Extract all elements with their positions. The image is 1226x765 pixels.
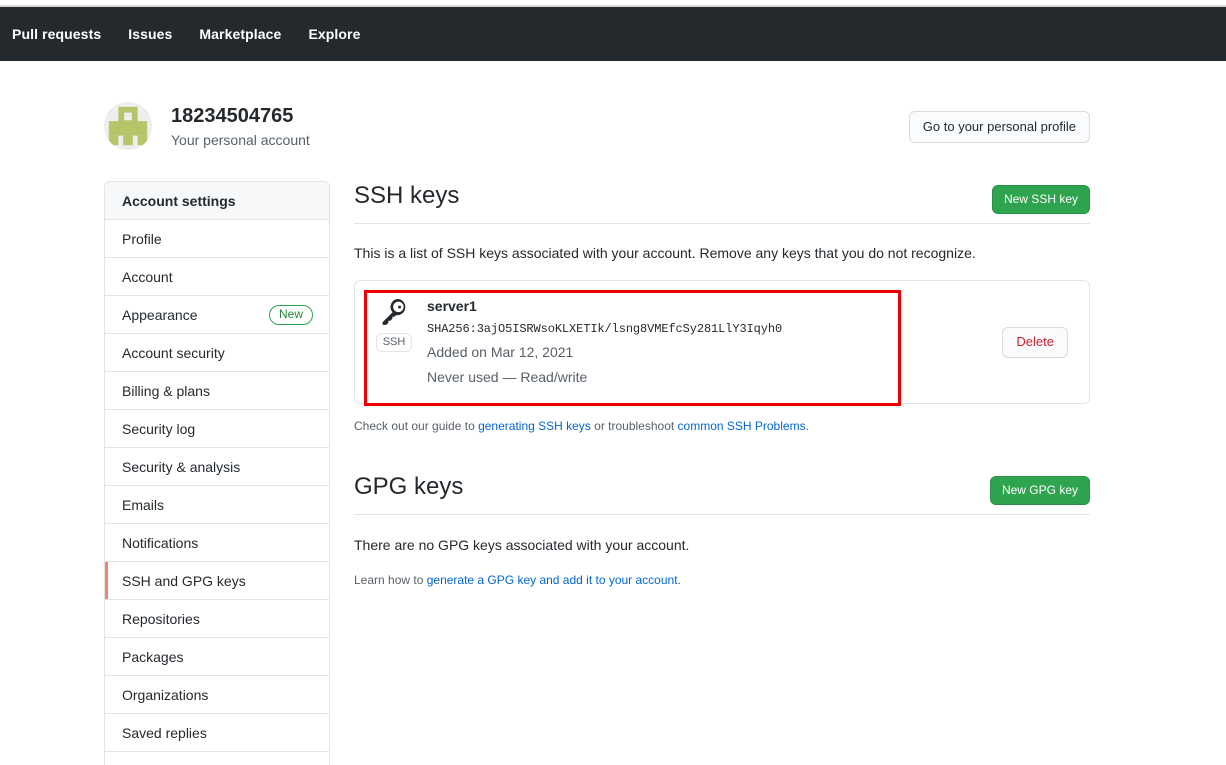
profile-subtitle: Your personal account	[171, 132, 310, 148]
nav-link-explore[interactable]: Explore	[308, 26, 360, 42]
sidebar-item-label: Repositories	[122, 610, 200, 627]
sidebar-item-label: Organizations	[122, 686, 209, 703]
sidebar-item-label: Security & analysis	[122, 458, 241, 475]
global-navbar: Pull requests Issues Marketplace Explore	[0, 7, 1226, 61]
sidebar-item-label: Billing & plans	[122, 382, 210, 399]
gpg-learn-line: Learn how to generate a GPG key and add …	[354, 571, 1090, 589]
nav-link-pull-requests[interactable]: Pull requests	[12, 26, 101, 42]
ssh-help-line: Check out our guide to generating SSH ke…	[354, 417, 1090, 435]
new-badge: New	[268, 304, 313, 325]
go-to-personal-profile-button[interactable]: Go to your personal profile	[908, 111, 1090, 143]
gpg-keys-title: GPG keys	[354, 473, 464, 500]
sidebar-item-security-log[interactable]: Security log	[105, 410, 329, 448]
nav-link-issues[interactable]: Issues	[128, 26, 172, 42]
nav-link-marketplace[interactable]: Marketplace	[199, 26, 281, 42]
sidebar-item-label: Profile	[122, 230, 162, 247]
sidebar-item-appearance[interactable]: Appearance New	[105, 296, 329, 334]
sidebar-item-account[interactable]: Account	[105, 258, 329, 296]
key-icon	[382, 299, 406, 325]
sidebar-item-saved-replies[interactable]: Saved replies	[105, 714, 329, 752]
profile-name: 18234504765	[171, 105, 294, 127]
generating-ssh-keys-link[interactable]: generating SSH keys	[478, 419, 591, 433]
sidebar-item-label: SSH and GPG keys	[122, 572, 246, 589]
sidebar-item-label: Packages	[122, 648, 184, 665]
common-ssh-problems-link[interactable]: common SSH Problems	[678, 419, 806, 433]
sidebar-item-label: Security log	[122, 420, 196, 437]
new-gpg-key-button[interactable]: New GPG key	[989, 476, 1090, 505]
sidebar-item-label: Appearance	[122, 306, 198, 323]
sidebar-header-account-settings: Account settings	[105, 182, 329, 220]
sidebar-item-label: Saved replies	[122, 724, 207, 741]
sidebar-item-applications[interactable]: Applications	[105, 752, 329, 765]
ssh-key-card: SSH server1 SHA256:3ajO5ISRWsoKLXETIk/ls…	[354, 280, 1090, 406]
sidebar-item-label: Emails	[122, 496, 165, 513]
ssh-help-suffix: .	[805, 419, 809, 433]
sidebar-item-emails[interactable]: Emails	[105, 486, 329, 524]
ssh-key-added-date: Added on Mar 12, 2021	[427, 344, 574, 360]
ssh-key-body: SSH server1 SHA256:3ajO5ISRWsoKLXETIk/ls…	[355, 281, 1002, 403]
ssh-key-actions: Delete	[1002, 281, 1089, 403]
settings-main: SSH keys New SSH key This is a list of S…	[354, 181, 1090, 589]
gpg-learn-prefix: Learn how to	[354, 573, 427, 587]
sidebar-header-label: Account settings	[122, 192, 236, 209]
avatar[interactable]	[104, 102, 152, 150]
generate-gpg-key-link[interactable]: generate a GPG key and add it to your ac…	[427, 573, 678, 587]
sidebar-item-repositories[interactable]: Repositories	[105, 600, 329, 638]
ssh-key-info: server1 SHA256:3ajO5ISRWsoKLXETIk/lsng8V…	[427, 297, 986, 387]
sidebar-item-label: Account	[122, 268, 173, 285]
ssh-type-badge: SSH	[375, 333, 413, 352]
sidebar-item-notifications[interactable]: Notifications	[105, 524, 329, 562]
sidebar-item-ssh-and-gpg-keys[interactable]: SSH and GPG keys	[105, 562, 329, 600]
ssh-keys-title: SSH keys	[354, 182, 460, 209]
ssh-help-prefix: Check out our guide to	[354, 419, 479, 433]
ssh-key-fingerprint: SHA256:3ajO5ISRWsoKLXETIk/lsng8VMEfcSy28…	[427, 322, 783, 336]
ssh-help-middle: or troubleshoot	[590, 419, 678, 433]
gpg-empty-message: There are no GPG keys associated with yo…	[354, 537, 690, 553]
sidebar-item-billing-and-plans[interactable]: Billing & plans	[105, 372, 329, 410]
settings-layout: Account settings Profile Account Appeara…	[104, 162, 1090, 765]
profile-text: 18234504765 Your personal account	[171, 104, 310, 148]
sidebar-item-label: Notifications	[122, 534, 199, 551]
new-ssh-key-button[interactable]: New SSH key	[991, 185, 1090, 214]
sidebar-item-label: Account security	[122, 344, 225, 361]
ssh-key-title[interactable]: server1	[427, 297, 986, 315]
ssh-key-icon-group: SSH	[375, 299, 413, 352]
sidebar-item-security-and-analysis[interactable]: Security & analysis	[105, 448, 329, 486]
identicon-icon	[104, 102, 152, 150]
profile-header: 18234504765 Your personal account Go to …	[104, 61, 1090, 162]
ssh-keys-header: SSH keys New SSH key	[354, 181, 1090, 224]
page-container: 18234504765 Your personal account Go to …	[0, 61, 1226, 765]
sidebar-item-profile[interactable]: Profile	[105, 220, 329, 258]
sidebar-item-organizations[interactable]: Organizations	[105, 676, 329, 714]
delete-ssh-key-button[interactable]: Delete	[1002, 326, 1068, 358]
ssh-keys-description: This is a list of SSH keys associated wi…	[354, 245, 976, 261]
settings-sidebar: Account settings Profile Account Appeara…	[104, 181, 330, 765]
sidebar-item-account-security[interactable]: Account security	[105, 334, 329, 372]
sidebar-item-packages[interactable]: Packages	[105, 638, 329, 676]
gpg-learn-suffix: .	[677, 573, 681, 587]
gpg-keys-header: GPG keys New GPG key	[354, 472, 1090, 515]
ssh-key-usage: Never used — Read/write	[427, 369, 588, 385]
